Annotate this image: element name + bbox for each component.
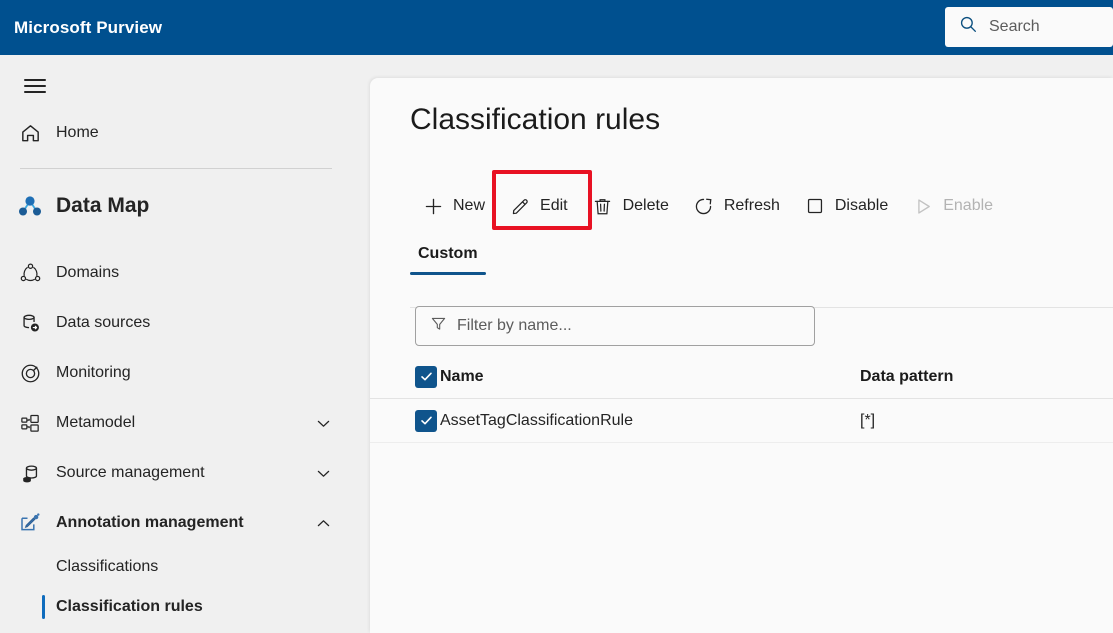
- cell-name: AssetTagClassificationRule: [440, 412, 860, 430]
- play-icon: [912, 195, 934, 217]
- sidebar-item-metamodel[interactable]: Metamodel: [0, 403, 362, 443]
- hamburger-menu-button[interactable]: [18, 69, 52, 103]
- main-content-panel: Classification rules New: [370, 78, 1113, 633]
- sidebar-item-home[interactable]: Home: [0, 113, 362, 153]
- table-row[interactable]: AssetTagClassificationRule [*]: [370, 399, 1113, 443]
- tab-label: Custom: [418, 245, 478, 262]
- sidebar-subitem-classifications[interactable]: Classifications: [0, 549, 362, 585]
- chevron-down-icon[interactable]: [315, 415, 332, 432]
- sidebar-item-label: Home: [56, 124, 99, 142]
- sidebar-item-label: Source management: [56, 464, 205, 482]
- refresh-icon: [693, 195, 715, 217]
- select-all-checkbox[interactable]: [415, 366, 437, 388]
- home-icon: [14, 122, 46, 145]
- search-icon: [959, 15, 978, 39]
- classification-rules-table: Name Data pattern AssetTagClassification…: [370, 355, 1113, 443]
- filter-placeholder-text: Filter by name...: [457, 317, 572, 335]
- app-brand-title: Microsoft Purview: [14, 18, 162, 38]
- sidebar-item-label: Data Map: [56, 194, 149, 218]
- domains-icon: [14, 262, 46, 285]
- left-navigation-sidebar: Home Data Map: [0, 55, 362, 633]
- sidebar-item-label: Metamodel: [56, 414, 135, 432]
- new-button[interactable]: New: [410, 185, 497, 227]
- sidebar-item-label: Domains: [56, 264, 119, 282]
- sidebar-item-label: Data sources: [56, 314, 150, 332]
- toolbar-label: Enable: [943, 197, 993, 215]
- table-header-row: Name Data pattern: [370, 355, 1113, 399]
- enable-button: Enable: [900, 185, 1005, 227]
- disable-button[interactable]: Disable: [792, 185, 900, 227]
- toolbar-label: Delete: [623, 197, 669, 215]
- monitoring-icon: [14, 362, 46, 385]
- toolbar-label: Disable: [835, 197, 888, 215]
- select-all-checkbox-cell: [370, 366, 440, 388]
- chevron-up-icon[interactable]: [315, 515, 332, 532]
- plus-icon: [422, 195, 444, 217]
- hamburger-icon: [24, 74, 46, 97]
- data-sources-icon: [14, 312, 46, 335]
- sidebar-item-data-sources[interactable]: Data sources: [0, 303, 362, 343]
- toolbar-label: Edit: [540, 197, 568, 215]
- row-checkbox[interactable]: [415, 410, 437, 432]
- global-search-input[interactable]: Search: [945, 7, 1113, 47]
- pencil-icon: [509, 195, 531, 217]
- row-checkbox-cell: [370, 410, 440, 432]
- source-management-icon: [14, 462, 46, 485]
- column-header-name[interactable]: Name: [440, 368, 860, 386]
- sidebar-item-source-management[interactable]: Source management: [0, 453, 362, 493]
- square-icon: [804, 195, 826, 217]
- sidebar-item-label: Annotation management: [56, 514, 244, 532]
- sidebar-subitem-label: Classification rules: [56, 598, 203, 616]
- metamodel-icon: [14, 412, 46, 435]
- page-title: Classification rules: [410, 103, 660, 137]
- chevron-down-icon[interactable]: [315, 465, 332, 482]
- sidebar-divider: [20, 168, 332, 169]
- purview-app-window: Microsoft Purview Search H: [0, 0, 1113, 633]
- sidebar-item-data-map[interactable]: Data Map: [0, 183, 362, 229]
- trash-icon: [592, 195, 614, 217]
- tab-strip: Custom: [410, 245, 486, 275]
- search-placeholder-text: Search: [989, 18, 1040, 36]
- sidebar-item-monitoring[interactable]: Monitoring: [0, 353, 362, 393]
- filter-funnel-icon: [430, 315, 447, 337]
- toolbar-label: Refresh: [724, 197, 780, 215]
- top-header-bar: Microsoft Purview Search: [0, 0, 1113, 55]
- tab-custom[interactable]: Custom: [410, 245, 486, 275]
- sidebar-subitem-classification-rules[interactable]: Classification rules: [0, 589, 362, 625]
- filter-by-name-input[interactable]: Filter by name...: [415, 306, 815, 346]
- annotation-management-icon: [14, 511, 46, 535]
- toolbar-label: New: [453, 197, 485, 215]
- sidebar-item-label: Monitoring: [56, 364, 131, 382]
- sidebar-item-domains[interactable]: Domains: [0, 253, 362, 293]
- edit-button[interactable]: Edit: [497, 185, 580, 227]
- column-header-data-pattern[interactable]: Data pattern: [860, 368, 1113, 386]
- data-map-icon: [14, 192, 46, 220]
- refresh-button[interactable]: Refresh: [681, 185, 792, 227]
- cell-data-pattern: [*]: [860, 412, 1113, 430]
- sidebar-item-annotation-management[interactable]: Annotation management: [0, 503, 362, 543]
- sidebar-subitem-label: Classifications: [56, 558, 158, 576]
- command-toolbar: New Edit: [410, 183, 1005, 229]
- delete-button[interactable]: Delete: [580, 185, 681, 227]
